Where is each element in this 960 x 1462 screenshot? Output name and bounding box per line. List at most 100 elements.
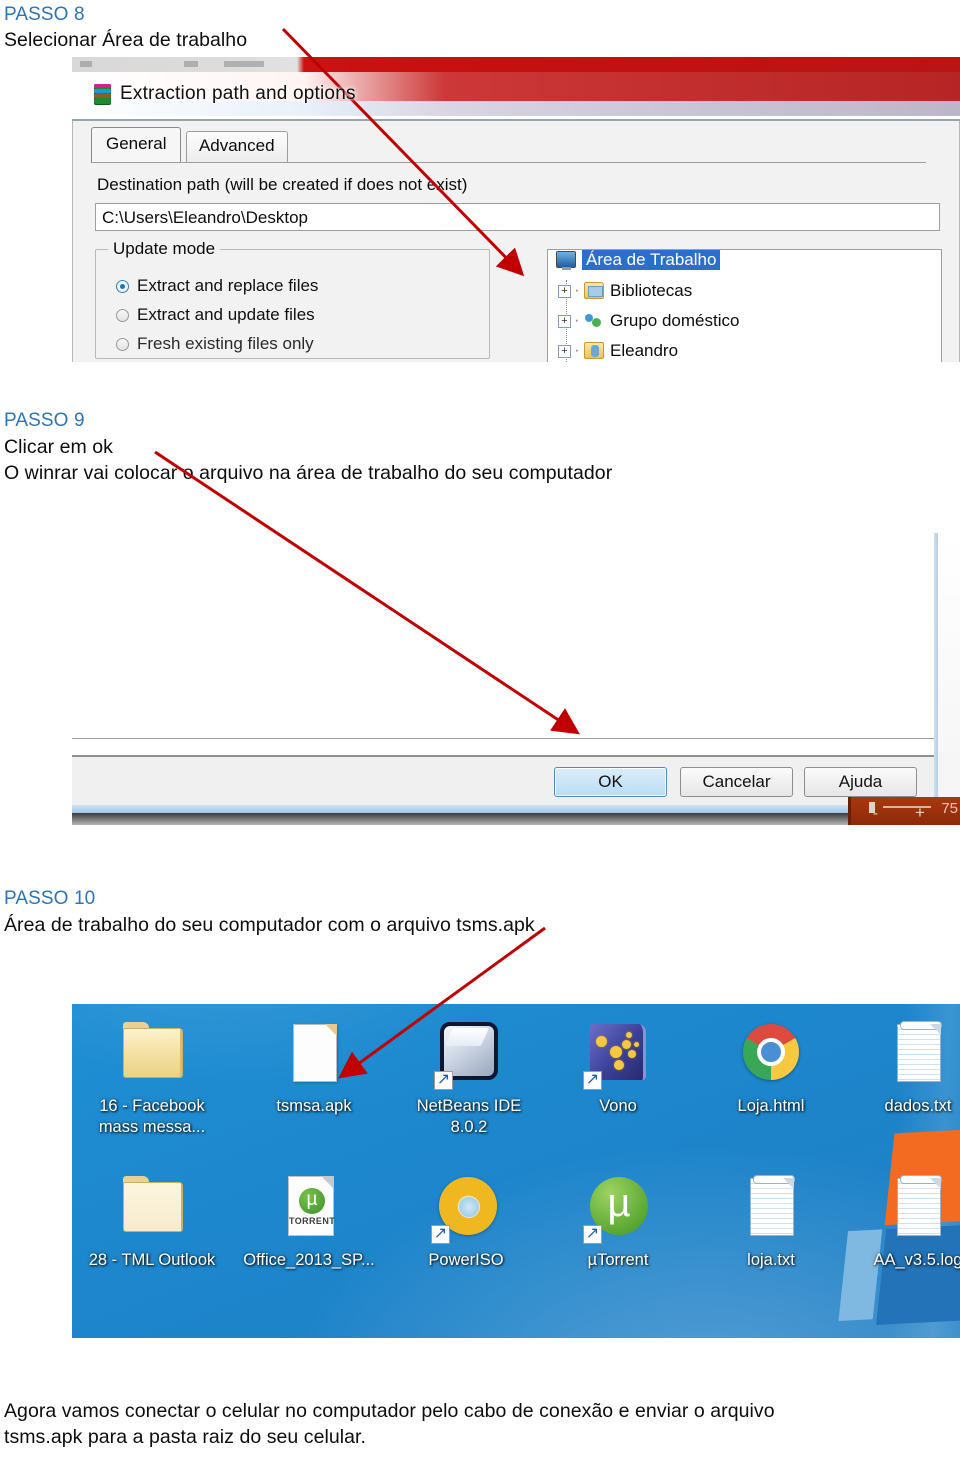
shortcut-arrow-icon bbox=[583, 1069, 602, 1090]
expand-plus-icon[interactable]: + bbox=[558, 285, 571, 298]
desktop-icon-label: tsmsa.apk bbox=[276, 1097, 352, 1115]
dialog-title: Extraction path and options bbox=[120, 83, 356, 104]
desktop-icon-facebook-folder[interactable]: 16 - Facebook mass messa... bbox=[86, 1018, 218, 1138]
radio-fresh-existing-only[interactable]: Fresh existing files only bbox=[116, 334, 314, 354]
desktop-icon-poweriso[interactable]: PowerISO bbox=[400, 1172, 532, 1271]
tab-general[interactable]: General bbox=[91, 127, 182, 162]
radio-indicator-icon bbox=[116, 280, 129, 293]
desktop-icon-label: µTorrent bbox=[587, 1251, 649, 1269]
closing-line-1: Agora vamos conectar o celular no comput… bbox=[4, 1400, 775, 1422]
shortcut-arrow-icon bbox=[434, 1069, 453, 1090]
tree-item-label: Eleandro bbox=[610, 341, 679, 360]
radio-fresh-existing-only-label: Fresh existing files only bbox=[137, 334, 314, 353]
tree-item-bibliotecas[interactable]: + · Bibliotecas bbox=[548, 280, 941, 310]
tree-item-grupo-domestico[interactable]: + · Grupo doméstico bbox=[548, 310, 941, 340]
shortcut-arrow-icon bbox=[431, 1223, 450, 1244]
folder-open-icon bbox=[115, 1172, 189, 1246]
cancel-button[interactable]: Cancelar bbox=[680, 767, 793, 797]
passo10-line-1: Área de trabalho do seu computador com o… bbox=[4, 914, 535, 936]
tabstrip-underline bbox=[91, 162, 926, 163]
desktop-icon-vono[interactable]: Vono bbox=[552, 1018, 684, 1117]
desktop-icon-label: NetBeans IDE 8.0.2 bbox=[416, 1097, 522, 1136]
winrar-dialog-buttons-screenshot: OK Cancelar Ajuda - + 75 bbox=[72, 533, 960, 825]
step-passo10-heading: PASSO 10 bbox=[4, 886, 95, 911]
zoom-level-readout: 75 bbox=[941, 800, 958, 817]
radio-extract-and-replace[interactable]: Extract and replace files bbox=[116, 276, 318, 296]
window-shadow-edge bbox=[72, 813, 938, 825]
tree-connector: · bbox=[574, 310, 580, 329]
radio-extract-and-replace-label: Extract and replace files bbox=[137, 276, 319, 295]
closing-paragraph: Agora vamos conectar o celular no comput… bbox=[4, 1398, 775, 1450]
destination-path-label: Destination path (will be created if doe… bbox=[97, 175, 468, 194]
winrar-extraction-dialog-screenshot: Extraction path and options General Adva… bbox=[72, 57, 960, 362]
step-passo8-heading: PASSO 8 bbox=[4, 2, 85, 27]
passo9-line-2: O winrar vai colocar o arquivo na área d… bbox=[4, 462, 613, 484]
destination-folder-tree[interactable]: Área de Trabalho + · Bibliotecas + · Grupo d… bbox=[547, 249, 942, 362]
desktop-wallpaper: 16 - Facebook mass messa... tsmsa.apk Ne… bbox=[72, 1004, 960, 1338]
blank-document-icon bbox=[277, 1018, 351, 1092]
step-passo9-body: Clicar em ok O winrar vai colocar o arqu… bbox=[4, 434, 612, 486]
desktop-icon-label: Vono bbox=[599, 1097, 637, 1115]
tree-item-label: Grupo doméstico bbox=[610, 311, 740, 330]
notepad-document-icon bbox=[881, 1172, 955, 1246]
step-passo8-body: Selecionar Área de trabalho bbox=[4, 27, 247, 53]
winrar-icon bbox=[94, 84, 111, 105]
monitor-icon bbox=[556, 251, 576, 270]
desktop-icon-loja-html[interactable]: Loja.html bbox=[705, 1018, 837, 1117]
folder-closed-icon bbox=[115, 1018, 189, 1092]
tree-item-eleandro[interactable]: + · Eleandro bbox=[548, 340, 941, 362]
expand-plus-icon[interactable]: + bbox=[558, 345, 571, 358]
desktop-icon-netbeans-ide[interactable]: NetBeans IDE 8.0.2 bbox=[403, 1018, 535, 1138]
passo8-line-1: Selecionar Área de trabalho bbox=[4, 29, 248, 51]
utorrent-icon bbox=[581, 1172, 655, 1246]
cd-disc-icon bbox=[429, 1172, 503, 1246]
desktop-icon-aa-v35-log[interactable]: AA_v3.5.log bbox=[852, 1172, 960, 1271]
desktop-icon-tml-outlook-folder[interactable]: 28 - TML Outlook bbox=[86, 1172, 218, 1271]
zoom-plus-icon[interactable]: + bbox=[915, 803, 925, 823]
dialog-outer-frame bbox=[72, 533, 940, 789]
dialog-footer: OK Cancelar Ajuda bbox=[72, 757, 938, 805]
zoom-slider-bar[interactable]: - + 75 bbox=[848, 797, 960, 825]
tree-connector: · bbox=[574, 340, 580, 359]
desktop-icon-dados-txt[interactable]: dados.txt bbox=[852, 1018, 960, 1117]
closing-line-2: tsms.apk para a pasta raiz do seu celula… bbox=[4, 1426, 366, 1448]
vono-icon bbox=[581, 1018, 655, 1092]
radio-extract-and-update-label: Extract and update files bbox=[137, 305, 315, 324]
ok-button[interactable]: OK bbox=[554, 767, 667, 797]
radio-extract-and-update[interactable]: Extract and update files bbox=[116, 305, 315, 325]
desktop-icon-label: 16 - Facebook mass messa... bbox=[98, 1097, 206, 1136]
passo9-line-1: Clicar em ok bbox=[4, 436, 113, 458]
tree-item-label: Bibliotecas bbox=[610, 281, 693, 300]
tree-item-area-de-trabalho[interactable]: Área de Trabalho bbox=[548, 250, 941, 280]
step-passo10-body: Área de trabalho do seu computador com o… bbox=[4, 912, 535, 938]
homegroup-icon bbox=[584, 312, 604, 329]
update-mode-legend: Update mode bbox=[108, 239, 221, 259]
desktop-icon-utorrent[interactable]: µTorrent bbox=[552, 1172, 684, 1271]
tree-connector: · bbox=[574, 280, 580, 299]
desktop-icon-tsmsa-apk[interactable]: tsmsa.apk bbox=[248, 1018, 380, 1117]
window-bottom-edge bbox=[72, 805, 938, 813]
expand-plus-icon[interactable]: + bbox=[558, 315, 571, 328]
torrent-document-icon: TORRENT bbox=[272, 1172, 346, 1246]
shortcut-arrow-icon bbox=[583, 1223, 602, 1244]
dialog-body: General Advanced Destination path (will … bbox=[72, 121, 960, 362]
tab-advanced[interactable]: Advanced bbox=[185, 131, 288, 162]
chrome-icon bbox=[734, 1018, 808, 1092]
passo8-heading-text: PASSO 8 bbox=[4, 4, 85, 25]
help-button[interactable]: Ajuda bbox=[804, 767, 917, 797]
desktop-icon-label: PowerISO bbox=[428, 1251, 504, 1269]
radio-indicator-icon bbox=[116, 338, 129, 351]
background-right-panel bbox=[938, 533, 960, 825]
desktop-icon-label: Office_2013_SP... bbox=[243, 1251, 375, 1269]
desktop-icon-loja-txt[interactable]: loja.txt bbox=[705, 1172, 837, 1271]
desktop-icon-label: dados.txt bbox=[884, 1097, 952, 1115]
desktop-icon-label: Loja.html bbox=[737, 1097, 805, 1115]
passo10-heading-text: PASSO 10 bbox=[4, 888, 96, 909]
desktop-icon-label: AA_v3.5.log bbox=[873, 1251, 960, 1269]
destination-path-input[interactable]: C:\Users\Eleandro\Desktop bbox=[95, 203, 940, 231]
window-titlebar-strip bbox=[72, 57, 960, 72]
tree-item-label: Área de Trabalho bbox=[582, 250, 721, 270]
windows-desktop-screenshot: 16 - Facebook mass messa... tsmsa.apk Ne… bbox=[72, 1004, 960, 1338]
desktop-icon-office-2013-torrent[interactable]: TORRENT Office_2013_SP... bbox=[243, 1172, 375, 1271]
zoom-minus-icon[interactable]: - bbox=[873, 805, 878, 822]
